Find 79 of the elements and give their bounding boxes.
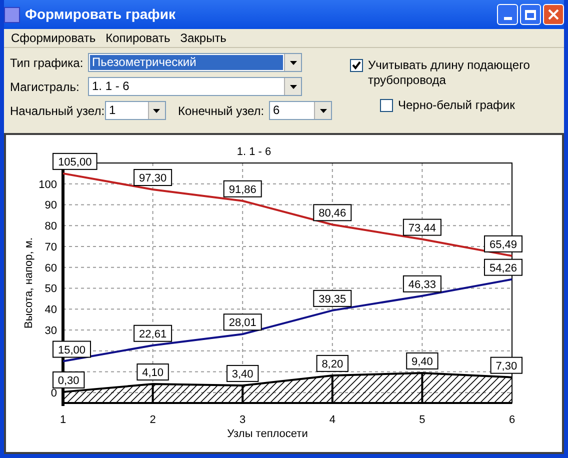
field-label: Начальный узел: <box>10 102 105 120</box>
data-label: 46,33 <box>402 275 442 292</box>
y-axis-title: Высота, напор, м. <box>23 238 35 328</box>
checkbox[interactable] <box>350 59 363 72</box>
maximize-button[interactable] <box>520 4 541 25</box>
data-label: 80,46 <box>318 208 346 220</box>
menu-item[interactable]: Копировать <box>100 29 176 47</box>
data-label: 80,46 <box>313 204 352 222</box>
dropdown[interactable]: 6 <box>269 101 332 120</box>
x-tick-label: 3 <box>240 414 246 426</box>
chart-title: 1. 1 - 6 <box>236 146 272 158</box>
data-label: 54,26 <box>489 262 518 274</box>
dropdown[interactable]: 1. 1 - 6 <box>88 77 302 96</box>
data-label: 65,49 <box>489 238 518 251</box>
y-tick-label: 40 <box>44 304 57 316</box>
x-tick-label: 4 <box>329 414 336 426</box>
data-label: 15,00 <box>52 340 91 358</box>
data-label: 91,86 <box>228 184 256 196</box>
data-label: 4,10 <box>136 364 169 380</box>
dropdown-arrow-icon <box>290 60 296 64</box>
data-label: 22,61 <box>134 324 172 342</box>
data-label: 97,30 <box>139 172 167 185</box>
data-label: 54,26 <box>484 258 522 276</box>
app-icon <box>4 6 20 22</box>
x-axis-title: Узлы теплосети <box>227 428 308 440</box>
x-tick-label: 6 <box>508 414 516 426</box>
field-label: Магистраль: <box>10 78 80 96</box>
y-tick-label: 90 <box>44 200 57 212</box>
y-tick-label: 60 <box>44 262 57 274</box>
data-label: 3,40 <box>226 364 259 382</box>
y-tick-label: 70 <box>44 241 57 254</box>
dropdown-arrow-icon <box>153 108 160 112</box>
minimize-button[interactable] <box>497 4 518 25</box>
data-label: 65,49 <box>484 235 522 252</box>
data-label: 15,00 <box>58 344 86 356</box>
menu-item[interactable]: Закрыть <box>175 29 232 47</box>
y-tick-label: 80 <box>44 220 57 233</box>
data-label: 39,35 <box>318 293 346 306</box>
data-label: 7,30 <box>496 360 518 372</box>
close-icon <box>548 9 559 20</box>
data-label: 73,44 <box>402 218 442 236</box>
checkbox-label: Черно-белый график <box>398 98 515 113</box>
y-tick-label: 0 <box>50 388 57 400</box>
data-label: 8,20 <box>322 358 344 370</box>
checkbox-label: Учитывать длину подающего трубопровода <box>368 58 531 88</box>
field-label: Конечный узел: <box>178 102 266 120</box>
data-label: 3,40 <box>232 368 254 380</box>
menu-item[interactable]: Сформировать <box>6 29 101 47</box>
close-button[interactable] <box>543 4 564 25</box>
data-label: 0,30 <box>52 371 85 388</box>
data-label: 7,30 <box>490 356 522 374</box>
data-label: 73,44 <box>408 222 436 234</box>
data-label: 9,40 <box>406 352 438 370</box>
data-label: 105,00 <box>52 152 98 170</box>
data-label: 28,01 <box>223 314 262 331</box>
data-label: 0,30 <box>58 374 80 387</box>
x-tick-label: 1 <box>60 414 66 426</box>
data-label: 22,61 <box>139 328 167 340</box>
data-label: 8,20 <box>316 354 348 372</box>
x-tick-label: 5 <box>419 414 426 426</box>
dropdown[interactable]: 1 <box>104 101 166 120</box>
data-label: 4,10 <box>142 367 164 380</box>
y-tick-label: 30 <box>44 324 57 337</box>
dropdown[interactable]: Пьезометрический <box>88 53 302 72</box>
data-label: 46,33 <box>408 278 436 291</box>
y-tick-label: 100 <box>38 178 57 191</box>
dropdown-arrow-icon <box>320 108 326 112</box>
y-tick-label: 50 <box>44 283 57 296</box>
data-label: 39,35 <box>313 290 352 307</box>
checkbox[interactable] <box>380 99 393 112</box>
data-label: 28,01 <box>228 317 256 330</box>
data-label: 9,40 <box>411 356 433 368</box>
x-tick-label: 2 <box>150 414 156 426</box>
window-title: Формировать график <box>25 5 177 24</box>
field-label: Тип графика: <box>10 54 84 72</box>
data-label: 105,00 <box>58 156 92 168</box>
dropdown-arrow-icon <box>290 84 296 88</box>
data-label: 91,86 <box>223 180 262 198</box>
data-label: 97,30 <box>134 169 172 186</box>
